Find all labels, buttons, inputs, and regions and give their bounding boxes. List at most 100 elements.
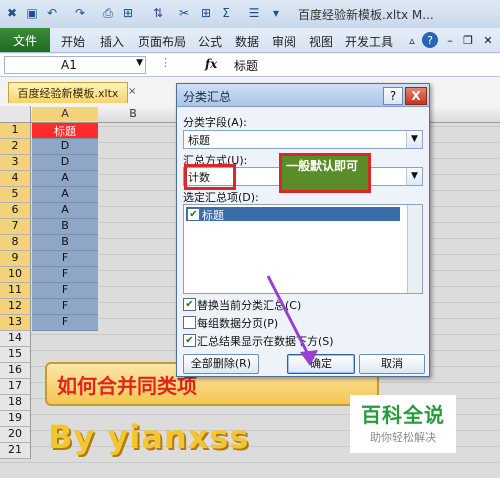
more-icon: ⋮ <box>160 56 171 69</box>
row-header[interactable]: 14 <box>0 331 31 347</box>
logo-sub-text: 助你轻松解决 <box>370 431 436 444</box>
tab-file[interactable]: 文件 <box>0 28 50 52</box>
items-label: 选定汇总项(D): <box>183 191 259 204</box>
close-icon[interactable]: ✕ <box>480 32 496 48</box>
borders-icon[interactable]: ⊞ <box>198 5 214 21</box>
logo-main-text: 百科全说 <box>361 403 445 427</box>
group-by-value: 标题 <box>188 134 210 147</box>
row-header[interactable]: 6 <box>0 203 31 219</box>
row-header[interactable]: 3 <box>0 155 31 171</box>
group-by-select[interactable]: 标题 ▼ <box>183 130 423 149</box>
group-by-label: 分类字段(A): <box>183 116 247 129</box>
row-header[interactable]: 11 <box>0 283 31 299</box>
undo-icon[interactable]: ↶ <box>44 5 60 21</box>
tab-data[interactable]: 数据 <box>235 33 259 50</box>
tab-insert[interactable]: 插入 <box>100 33 124 50</box>
remove-all-button[interactable]: 全部删除(R) <box>183 354 259 374</box>
page-break-checkbox[interactable] <box>183 316 196 329</box>
restore-icon[interactable]: ❐ <box>460 32 476 48</box>
table-cell[interactable]: F <box>32 315 98 331</box>
table-cell[interactable]: A <box>32 187 98 203</box>
row-header[interactable]: 12 <box>0 299 31 315</box>
summary-below-checkbox[interactable]: ✔ <box>183 334 196 347</box>
minimize-icon[interactable]: – <box>442 32 458 48</box>
dialog-titlebar: 分类汇总 ? X <box>177 84 429 107</box>
help-icon[interactable]: ? <box>422 32 438 48</box>
cell-a1[interactable]: 标题 <box>32 123 98 139</box>
select-all-corner[interactable] <box>0 106 31 122</box>
paste-icon[interactable]: ✂ <box>176 5 192 21</box>
tab-home[interactable]: 开始 <box>61 33 85 50</box>
tab-formulas[interactable]: 公式 <box>198 33 222 50</box>
row-header[interactable]: 15 <box>0 347 31 363</box>
tab-developer[interactable]: 开发工具 <box>345 33 393 50</box>
row-header[interactable]: 9 <box>0 251 31 267</box>
table-cell[interactable]: F <box>32 267 98 283</box>
workbook-tab[interactable]: 百度经验新模板.xltx <box>8 82 128 103</box>
table-cell[interactable]: F <box>32 251 98 267</box>
row-header[interactable]: 2 <box>0 139 31 155</box>
title-bar: ✖ ▣ ↶ ↷ ⎙ ⊞ ⇅ ✂ ⊞ Σ ☰ ▾ 百度经验新模板.xltx M..… <box>0 0 500 29</box>
dialog-title: 分类汇总 <box>183 90 232 104</box>
cancel-button[interactable]: 取消 <box>359 354 425 374</box>
replace-subtotals-checkbox[interactable]: ✔ <box>183 298 196 311</box>
print-preview-icon[interactable]: ⎙ <box>100 5 116 21</box>
table-cell[interactable]: B <box>32 219 98 235</box>
close-workbook-icon[interactable]: × <box>128 86 136 97</box>
table-cell[interactable]: A <box>32 203 98 219</box>
align-icon[interactable]: ☰ <box>246 5 262 21</box>
row-header[interactable]: 10 <box>0 267 31 283</box>
tab-review[interactable]: 审阅 <box>272 33 296 50</box>
format-icon[interactable]: ⊞ <box>120 5 136 21</box>
row-header[interactable]: 20 <box>0 427 31 443</box>
table-cell[interactable]: B <box>32 235 98 251</box>
list-scrollbar[interactable] <box>407 205 422 293</box>
highlight-box <box>184 164 236 190</box>
redo-icon[interactable]: ↷ <box>72 5 88 21</box>
formula-bar: A1 ▼ ⋮ fx 标题 <box>0 54 500 77</box>
fx-button[interactable]: fx <box>205 57 217 71</box>
list-item-label: 标题 <box>202 209 224 222</box>
row-header[interactable]: 16 <box>0 363 31 379</box>
dialog-help-button[interactable]: ? <box>383 87 403 105</box>
row-header[interactable]: 7 <box>0 219 31 235</box>
window-title: 百度经验新模板.xltx M... <box>298 8 434 22</box>
tab-page-layout[interactable]: 页面布局 <box>138 33 186 50</box>
dialog-close-button[interactable]: X <box>405 87 427 105</box>
tab-view[interactable]: 视图 <box>309 33 333 50</box>
column-header-b[interactable]: B <box>100 107 166 121</box>
name-box-value: A1 <box>61 58 77 72</box>
row-header[interactable]: 4 <box>0 171 31 187</box>
row-header[interactable]: 17 <box>0 379 31 395</box>
save-icon[interactable]: ▣ <box>24 5 40 21</box>
table-cell[interactable]: F <box>32 299 98 315</box>
row-header[interactable]: 8 <box>0 235 31 251</box>
row-header[interactable]: 13 <box>0 315 31 331</box>
chevron-down-icon[interactable]: ▼ <box>136 58 143 68</box>
baike-logo: 百科全说 助你轻松解决 <box>350 395 456 453</box>
table-cell[interactable]: A <box>32 171 98 187</box>
name-box[interactable]: A1 ▼ <box>4 56 146 74</box>
autosum-icon[interactable]: Σ <box>218 5 234 21</box>
row-header[interactable]: 5 <box>0 187 31 203</box>
chevron-down-icon[interactable]: ▼ <box>406 131 422 148</box>
table-cell[interactable]: D <box>32 139 98 155</box>
list-item[interactable]: ✔ 标题 <box>186 207 400 222</box>
column-header-a[interactable]: A <box>32 107 98 121</box>
table-cell[interactable]: D <box>32 155 98 171</box>
ribbon-tabs: 文件 开始 插入 页面布局 公式 数据 审阅 视图 开发工具 ▵ ? – ❐ ✕ <box>0 28 500 53</box>
formula-input[interactable]: 标题 <box>234 57 258 74</box>
row-header[interactable]: 18 <box>0 395 31 411</box>
pointer-arrow-icon <box>266 275 318 366</box>
list-item-checkbox[interactable]: ✔ <box>187 208 200 221</box>
annotation-note: 一般默认即可 <box>279 153 371 193</box>
minimize-ribbon-icon[interactable]: ▵ <box>404 32 420 48</box>
row-header[interactable]: 19 <box>0 411 31 427</box>
customize-toolbar-icon[interactable]: ▾ <box>268 5 284 21</box>
row-header[interactable]: 21 <box>0 443 31 459</box>
sort-icon[interactable]: ⇅ <box>150 5 166 21</box>
row-header[interactable]: 1 <box>0 123 31 139</box>
author-watermark: By yianxss <box>48 418 250 456</box>
table-cell[interactable]: F <box>32 283 98 299</box>
chevron-down-icon[interactable]: ▼ <box>406 168 422 185</box>
